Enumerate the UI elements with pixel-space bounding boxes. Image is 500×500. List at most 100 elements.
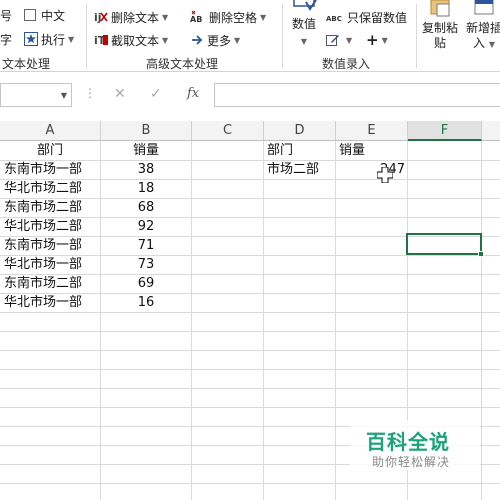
cell-b6[interactable]: 71 [101, 236, 191, 255]
cell-a3[interactable]: 华北市场二部 [4, 179, 100, 198]
cell-a8[interactable]: 东南市场二部 [4, 274, 100, 293]
insert-icon [471, 0, 497, 18]
cell-a1[interactable]: 部门 [0, 141, 100, 160]
cell-d2[interactable]: 市场二部 [267, 160, 335, 179]
formula-input[interactable] [214, 83, 500, 107]
cell-b4[interactable]: 68 [101, 198, 191, 217]
delete-text-icon: ij [94, 10, 108, 24]
gridline [191, 141, 192, 500]
gridline [0, 312, 500, 313]
insert-function-button[interactable]: fx [187, 86, 199, 101]
more-label: 更多 [207, 33, 232, 48]
column-header-f[interactable]: F [408, 121, 482, 141]
column-header-d[interactable]: D [264, 121, 336, 141]
formula-bar: ▼ ⋮ ✕ ✓ fx [0, 79, 500, 113]
gridline [0, 350, 500, 351]
cell-b1[interactable]: 销量 [101, 141, 191, 160]
delete-text-button[interactable]: ij 删除文本 ▼ [94, 8, 168, 26]
cell-b9[interactable]: 16 [101, 293, 191, 312]
extract-text-label: 截取文本 [111, 33, 160, 48]
text-label: 字 [0, 32, 13, 47]
ribbon: 号 字 中文 执行 ▼ 文本处理 ij 删除文本 ▼ iT 截取文本 ▼ AB … [0, 0, 500, 72]
cell-e2[interactable]: 247 [336, 160, 407, 179]
group-separator [86, 4, 87, 68]
execute-button[interactable]: 执行 ▼ [24, 30, 74, 48]
keep-numbers-label: 只保留数值 [347, 10, 408, 25]
cell-b3[interactable]: 18 [101, 179, 191, 198]
delete-space-button[interactable]: AB 删除空格 ▼ [190, 8, 266, 26]
extract-text-icon: iT [94, 33, 108, 47]
group-label-advanced: 高级文本处理 [146, 57, 219, 71]
column-header-a[interactable]: A [0, 121, 101, 141]
cell-a9[interactable]: 华北市场一部 [4, 293, 100, 312]
column-header-c[interactable]: C [192, 121, 264, 141]
column-header-b[interactable]: B [101, 121, 192, 141]
group-separator [282, 4, 283, 68]
new-insert-button[interactable]: 新增插 入 ▼ [464, 0, 500, 52]
chevron-down-icon: ▼ [162, 35, 169, 45]
number-icon [290, 0, 318, 22]
copy-paste-button[interactable]: 复制粘 贴 [420, 0, 460, 51]
copy-paste-label-1: 复制粘 [421, 21, 458, 35]
confirm-button[interactable]: ✓ [150, 86, 162, 102]
cell-a5[interactable]: 华北市场二部 [4, 217, 100, 236]
gridline [0, 331, 500, 332]
watermark-title: 百科全说 [366, 430, 450, 454]
extract-text-button[interactable]: iT 截取文本 ▼ [94, 31, 168, 49]
gridline [0, 388, 500, 389]
name-box[interactable]: ▼ [0, 83, 72, 107]
chevron-down-icon: ▼ [234, 35, 241, 45]
gridline [263, 141, 264, 500]
plus-button[interactable]: + ▼ [366, 31, 388, 49]
execute-label: 执行 [41, 32, 66, 47]
delete-space-label: 删除空格 [209, 10, 258, 25]
column-header-g[interactable] [482, 121, 500, 141]
column-header-e[interactable]: E [336, 121, 408, 141]
chevron-down-icon: ▼ [488, 40, 495, 49]
cell-a2[interactable]: 东南市场一部 [4, 160, 100, 179]
chinese-checkbox[interactable]: 中文 [24, 6, 65, 24]
font-size-label: 号 [0, 8, 13, 23]
chevron-down-icon: ▼ [68, 34, 75, 44]
chevron-down-icon: ▼ [260, 12, 267, 22]
formula-bar-grip: ⋮ [84, 86, 96, 100]
cancel-button[interactable]: ✕ [114, 86, 126, 102]
group-label-text: 文本处理 [2, 57, 51, 71]
group-label-number-entry: 数值录入 [322, 57, 371, 71]
plus-label: + [366, 31, 379, 49]
font-size-button[interactable]: 号 [0, 6, 12, 24]
fill-handle[interactable] [478, 251, 484, 257]
cell-b5[interactable]: 92 [101, 217, 191, 236]
selected-cell[interactable] [406, 233, 484, 257]
watermark-subtitle: 助你轻松解决 [372, 455, 451, 469]
new-insert-label-2: 入 ▼ [464, 36, 500, 52]
delete-space-icon: AB [190, 10, 206, 24]
cell-b2[interactable]: 38 [101, 160, 191, 179]
cell-a7[interactable]: 华北市场一部 [4, 255, 100, 274]
star-icon [24, 32, 38, 46]
chevron-down-icon: ▼ [346, 35, 353, 45]
chinese-label: 中文 [41, 8, 66, 23]
gridline [0, 483, 500, 484]
more-button[interactable]: 更多 ▼ [190, 31, 240, 49]
chevron-down-icon[interactable]: ▼ [61, 91, 67, 100]
delete-space-icon-text: AB [190, 15, 202, 24]
keep-numbers-button[interactable]: ABC 只保留数值 [326, 8, 407, 26]
number-value-button[interactable]: 数值 ▼ [288, 0, 320, 49]
cell-e1[interactable]: 销量 [339, 141, 407, 160]
gridline [0, 369, 500, 370]
gridline [335, 141, 336, 500]
delete-text-label: 删除文本 [111, 10, 160, 25]
cell-a4[interactable]: 东南市场二部 [4, 198, 100, 217]
cell-b8[interactable]: 69 [101, 274, 191, 293]
cell-b7[interactable]: 73 [101, 255, 191, 274]
new-insert-label-1: 新增插 [465, 21, 500, 35]
edit-dropdown-button[interactable]: ▼ [326, 31, 352, 49]
keep-numbers-icon-text: ABC [326, 15, 342, 23]
text-button[interactable]: 字 [0, 30, 12, 48]
cell-a6[interactable]: 东南市场一部 [4, 236, 100, 255]
group-separator [416, 4, 417, 68]
svg-text:ij: ij [94, 11, 102, 24]
cell-d1[interactable]: 部门 [267, 141, 335, 160]
new-insert-label-2-text: 入 [473, 36, 486, 50]
